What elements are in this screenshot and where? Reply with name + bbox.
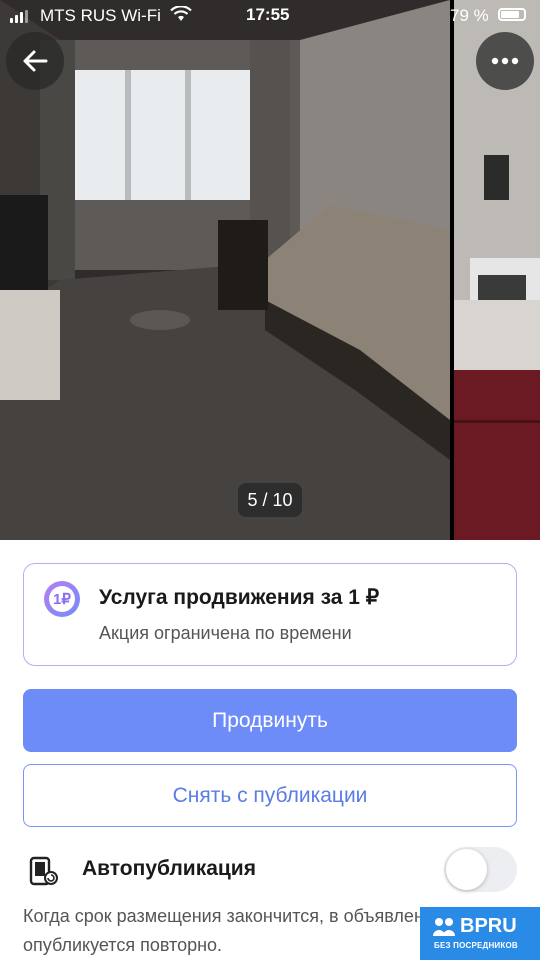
battery-percent: 79 % bbox=[450, 6, 489, 25]
autopublish-icon bbox=[29, 856, 59, 891]
unpublish-button[interactable]: Снять с публикации bbox=[23, 764, 517, 827]
ruble-coin-icon: 1₽ bbox=[44, 581, 80, 617]
arrow-left-icon bbox=[23, 50, 48, 72]
more-options-button[interactable] bbox=[476, 32, 534, 90]
promo-subtitle: Акция ограничена по времени bbox=[99, 623, 352, 643]
carrier-label: MTS RUS Wi-Fi bbox=[40, 6, 161, 25]
toggle-knob bbox=[446, 849, 487, 890]
signal-icon bbox=[10, 10, 28, 23]
promote-button[interactable]: Продвинуть bbox=[23, 689, 517, 752]
people-icon bbox=[432, 916, 456, 943]
more-dots-icon bbox=[491, 57, 519, 65]
status-bar: MTS RUS Wi-Fi 17:55 79 % bbox=[0, 0, 540, 32]
autopublish-toggle[interactable] bbox=[444, 847, 517, 892]
photo-gallery[interactable] bbox=[0, 0, 540, 540]
promo-card[interactable]: 1₽ Услуга продвижения за 1 ₽ Акция огран… bbox=[23, 563, 517, 666]
battery-icon bbox=[498, 8, 526, 21]
badge-subtitle: БЕЗ ПОСРЕДНИКОВ bbox=[434, 941, 518, 950]
back-button[interactable] bbox=[6, 32, 64, 90]
wifi-icon bbox=[170, 5, 192, 27]
apartment-photo-current[interactable] bbox=[0, 0, 450, 540]
photo-counter: 5 / 10 bbox=[238, 483, 302, 517]
bpru-badge[interactable]: BPRU БЕЗ ПОСРЕДНИКОВ bbox=[420, 907, 540, 960]
promo-title: Услуга продвижения за 1 ₽ bbox=[99, 586, 380, 609]
clock: 17:55 bbox=[246, 5, 290, 24]
badge-title: BPRU bbox=[460, 915, 517, 937]
listing-actions-sheet: 1₽ Услуга продвижения за 1 ₽ Акция огран… bbox=[0, 540, 540, 960]
ruble-coin-text: 1₽ bbox=[49, 586, 75, 612]
autopublish-label: Автопубликация bbox=[82, 857, 256, 880]
